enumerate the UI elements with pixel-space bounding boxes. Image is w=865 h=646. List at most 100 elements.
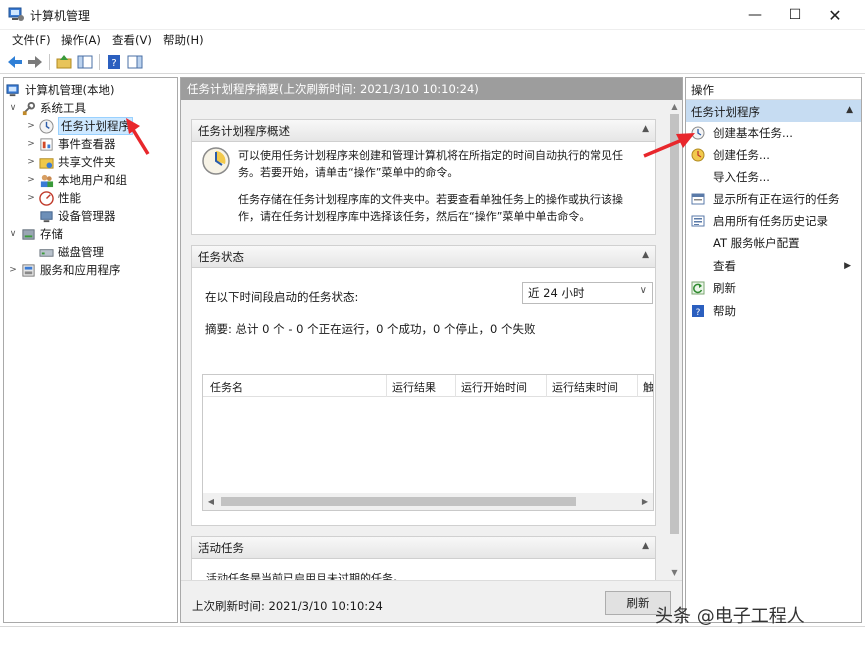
action-create-task[interactable]: 创建任务...	[686, 144, 861, 166]
action-at-service-config[interactable]: AT 服务帐户配置	[686, 232, 861, 254]
action-label: 显示所有正在运行的任务	[713, 192, 840, 206]
active-tasks-section: 活动任务 ▲ 活动任务是当前已启用且未过期的任务。	[191, 536, 656, 580]
toolbar-separator	[49, 54, 50, 70]
menu-action[interactable]: 操作(A)	[61, 32, 101, 48]
menu-help[interactable]: 帮助(H)	[163, 32, 204, 48]
action-view[interactable]: 查看 ▶	[686, 255, 861, 277]
action-enable-task-history[interactable]: 启用所有任务历史记录	[686, 210, 861, 232]
scroll-up-arrow-icon[interactable]: ▲	[667, 100, 682, 114]
action-label: 创建任务...	[713, 148, 770, 162]
scroll-left-arrow-icon[interactable]: ◀	[203, 493, 219, 510]
chevron-down-icon: ∨	[639, 285, 647, 296]
table-header: 任务名 运行结果 运行开始时间 运行结束时间 触	[203, 375, 653, 397]
collapse-triangle-icon[interactable]: ▲	[642, 250, 649, 260]
status-bar	[0, 626, 865, 646]
scrollbar-thumb[interactable]	[221, 497, 576, 506]
disk-management-icon	[39, 248, 54, 257]
column-divider[interactable]	[455, 375, 456, 397]
back-arrow-icon[interactable]	[6, 53, 24, 71]
collapse-triangle-icon[interactable]: ▲	[642, 541, 649, 551]
tree-item-services-applications[interactable]: > 服务和应用程序	[8, 261, 121, 279]
scrollbar-thumb[interactable]	[670, 114, 679, 534]
section-title: 任务计划程序概述	[198, 124, 290, 138]
action-show-running-tasks[interactable]: 显示所有正在运行的任务	[686, 188, 861, 210]
minimize-button[interactable]: —	[735, 0, 775, 30]
show-action-pane-icon[interactable]	[126, 53, 144, 71]
expand-chevron-icon[interactable]: >	[26, 175, 36, 185]
window-title: 计算机管理	[30, 9, 91, 23]
column-divider[interactable]	[546, 375, 547, 397]
column-header-task-name[interactable]: 任务名	[210, 379, 243, 395]
up-folder-icon[interactable]	[55, 53, 73, 71]
annotation-arrow-icon	[643, 133, 695, 158]
expand-chevron-icon[interactable]: >	[26, 121, 36, 131]
maximize-button[interactable]: ☐	[775, 0, 815, 30]
column-divider[interactable]	[637, 375, 638, 397]
running-tasks-icon	[691, 193, 705, 205]
overview-para1-line1: 可以使用任务计划程序来创建和管理计算机将在所指定的时间自动执行的常见任	[238, 149, 623, 162]
help-book-icon[interactable]: ?	[105, 53, 123, 71]
status-range-label: 在以下时间段启动的任务状态:	[205, 290, 359, 304]
help-icon: ?	[692, 305, 704, 318]
overview-section: 任务计划程序概述 ▲ 可以使用任务计划程序来创建和管理计算机将在所指定的时间自动…	[191, 119, 656, 235]
action-label: 导入任务...	[713, 170, 770, 184]
expand-chevron-icon[interactable]: >	[8, 265, 18, 275]
task-status-section-header[interactable]: 任务状态 ▲	[192, 246, 655, 268]
collapse-chevron-icon[interactable]: ∨	[8, 229, 18, 239]
forward-arrow-icon[interactable]	[26, 53, 44, 71]
menu-view[interactable]: 查看(V)	[112, 32, 152, 48]
blank-icon	[691, 259, 705, 273]
expand-chevron-icon[interactable]: >	[26, 193, 36, 203]
tree-item-disk-management[interactable]: 磁盘管理	[39, 243, 104, 261]
column-header-run-result[interactable]: 运行结果	[392, 379, 436, 395]
active-tasks-partial-text: 活动任务是当前已启用且未过期的任务。	[206, 572, 404, 580]
event-viewer-icon	[40, 137, 53, 151]
column-divider[interactable]	[386, 375, 387, 397]
tree-item-storage[interactable]: ∨ 存储	[8, 225, 63, 243]
action-label: AT 服务帐户配置	[713, 236, 800, 250]
scroll-right-arrow-icon[interactable]: ▶	[637, 493, 653, 510]
performance-icon	[39, 190, 54, 206]
tree-item-event-viewer[interactable]: > 事件查看器	[26, 135, 116, 153]
collapse-triangle-icon[interactable]: ▲	[846, 105, 853, 115]
overview-section-header[interactable]: 任务计划程序概述 ▲	[192, 120, 655, 142]
tree-item-performance[interactable]: > 性能	[26, 189, 81, 207]
section-title: 活动任务	[198, 541, 244, 555]
tree-item-local-users[interactable]: > 本地用户和组	[26, 171, 127, 189]
vertical-scrollbar[interactable]: ▲ ▼	[667, 100, 682, 580]
actions-section-header[interactable]: 任务计划程序 ▲	[686, 100, 861, 122]
tree-item-shared-folders[interactable]: > 共享文件夹	[26, 153, 115, 171]
action-import-task[interactable]: 导入任务...	[686, 166, 861, 188]
tree-item-computer-management[interactable]: 计算机管理(本地)	[6, 81, 114, 99]
action-label: 查看	[713, 259, 736, 273]
collapse-chevron-icon[interactable]: ∨	[8, 103, 18, 113]
summary-pane: 任务计划程序摘要(上次刷新时间: 2021/3/10 10:10:24) 任务计…	[180, 77, 683, 623]
menu-bar: 文件(F) 操作(A) 查看(V) 帮助(H)	[0, 30, 865, 50]
shared-folders-icon	[39, 157, 54, 169]
show-hide-tree-icon[interactable]	[76, 53, 94, 71]
action-create-basic-task[interactable]: 创建基本任务...	[686, 122, 861, 144]
scroll-down-arrow-icon[interactable]: ▼	[667, 566, 682, 580]
task-history-icon	[691, 215, 705, 227]
action-help[interactable]: ? 帮助	[686, 300, 861, 322]
summary-content: 任务计划程序概述 ▲ 可以使用任务计划程序来创建和管理计算机将在所指定的时间自动…	[181, 100, 667, 580]
section-title: 任务状态	[198, 250, 244, 264]
menu-file[interactable]: 文件(F)	[12, 32, 51, 48]
column-header-trigger[interactable]: 触	[643, 379, 653, 395]
active-tasks-section-header[interactable]: 活动任务 ▲	[192, 537, 655, 559]
column-header-run-end[interactable]: 运行结束时间	[552, 379, 618, 395]
tree-item-device-manager[interactable]: 设备管理器	[39, 207, 116, 225]
tree-item-label: 服务和应用程序	[40, 263, 121, 277]
expand-chevron-icon[interactable]: >	[26, 157, 36, 167]
toolbar-separator	[99, 54, 100, 70]
column-header-run-start[interactable]: 运行开始时间	[461, 379, 527, 395]
title-bar: 计算机管理 — ☐ ✕	[0, 0, 865, 30]
tree-item-task-scheduler[interactable]: > 任务计划程序	[26, 117, 133, 135]
expand-chevron-icon[interactable]: >	[26, 139, 36, 149]
status-range-dropdown[interactable]: 近 24 小时 ∨	[522, 282, 653, 304]
tree-item-label: 事件查看器	[58, 137, 116, 151]
tree-item-system-tools[interactable]: ∨ 系统工具	[8, 99, 86, 117]
action-refresh[interactable]: 刷新	[686, 277, 861, 299]
horizontal-scrollbar[interactable]: ◀ ▶	[203, 493, 653, 510]
close-button[interactable]: ✕	[815, 0, 855, 30]
